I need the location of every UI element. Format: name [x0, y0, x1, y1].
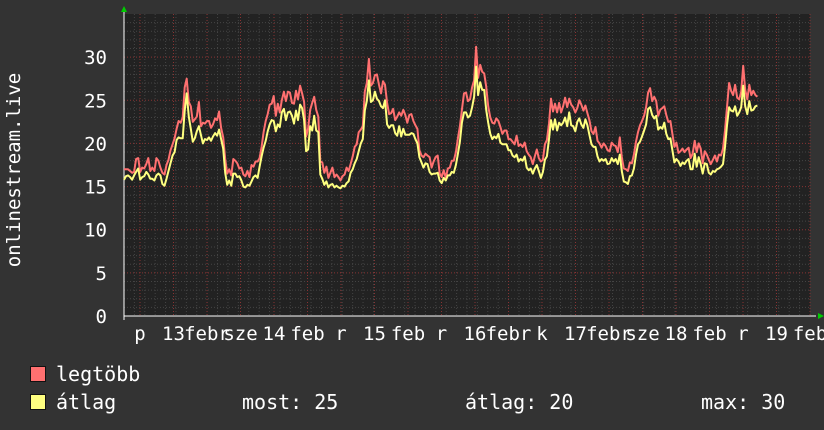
legend-item-max: legtöbb [30, 361, 140, 387]
x-axis-arrow [818, 313, 824, 319]
legend-label-avg: átlag [56, 390, 117, 414]
y-tick-label: 20 [84, 133, 107, 155]
y-tick-label: 30 [84, 47, 107, 69]
legend-item-avg: átlag [30, 389, 116, 415]
x-tick-label: sze [625, 323, 659, 345]
x-tick-label: p [134, 323, 145, 345]
x-tick-label: 13 [162, 323, 185, 345]
stat-average: átlag: 20 [465, 389, 573, 415]
x-tick-label: feb [290, 323, 324, 345]
x-tick-label: r [737, 323, 748, 345]
y-tick-label: 25 [84, 90, 107, 112]
x-tick-label: feb [793, 323, 824, 345]
x-tick-label: 15 [363, 323, 386, 345]
stat-average-value: 20 [549, 390, 574, 414]
y-axis-label: onlinestream.live [4, 73, 24, 267]
legend-label-max: legtöbb [56, 362, 141, 386]
x-tick-label: feb [692, 323, 726, 345]
stat-current-label: most: [242, 390, 303, 414]
y-tick-label: 5 [96, 263, 107, 285]
y-tick-label: 0 [96, 306, 107, 328]
x-tick-label: r [335, 323, 346, 345]
y-axis-arrow [121, 6, 127, 12]
x-tick-label: 18 [665, 323, 688, 345]
x-tick-label: 14 [263, 323, 286, 345]
x-tick-label: febr [486, 323, 532, 345]
x-tick-label: 19 [765, 323, 788, 345]
legend-swatch-avg [30, 394, 46, 410]
x-tick-label: sze [223, 323, 257, 345]
x-tick-labels: p 13 febrsze 14 feb r 15 feb r 16 febr k 17 febrsze 18… [134, 323, 824, 345]
y-tick-labels: 0 5 10 15 20 25 30 [84, 47, 107, 328]
x-tick-label: r [436, 323, 447, 345]
stat-max-label: max: [701, 390, 750, 414]
stat-max-value: 30 [761, 390, 786, 414]
x-tick-label: 17 [564, 323, 587, 345]
stat-max: max: 30 [701, 389, 785, 415]
stat-average-label: átlag: [465, 390, 538, 414]
stat-current-value: 25 [314, 390, 339, 414]
stat-current: most: 25 [242, 389, 338, 415]
x-tick-label: feb [391, 323, 425, 345]
y-tick-label: 15 [84, 177, 107, 199]
y-tick-label: 10 [84, 220, 107, 242]
legend-swatch-max [30, 366, 46, 382]
x-tick-label: k [536, 323, 548, 345]
x-tick-label: 16 [464, 323, 487, 345]
y-axis-title: onlinestream.live [4, 73, 24, 267]
